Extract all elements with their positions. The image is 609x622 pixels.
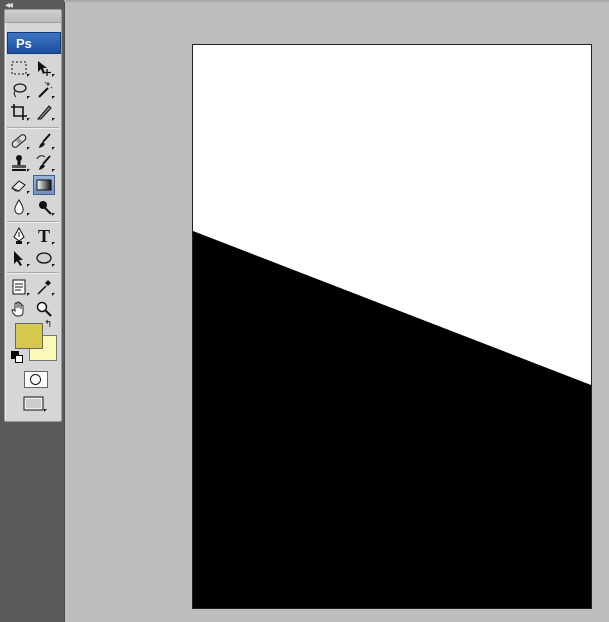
eraser-icon (11, 180, 26, 192)
brush-tool[interactable] (33, 131, 55, 151)
crop-tool[interactable] (8, 102, 30, 122)
pen-icon (13, 227, 25, 244)
arrow-icon (14, 251, 23, 266)
collapse-panel-icon[interactable]: ◂◂ (5, 0, 25, 12)
move-tool[interactable] (33, 58, 55, 78)
screen-mode-button[interactable] (23, 396, 47, 412)
stamp-icon (12, 155, 26, 171)
slice-icon (36, 105, 52, 120)
eraser-tool[interactable] (8, 175, 30, 195)
move-icon (38, 61, 51, 76)
magic-wand-tool[interactable] (33, 80, 55, 100)
lasso-icon (13, 83, 27, 98)
blur-tool[interactable] (8, 197, 30, 217)
zoom-tool[interactable] (33, 299, 55, 319)
slice-tool[interactable] (33, 102, 55, 122)
hand-icon (11, 301, 24, 317)
clone-stamp-tool[interactable] (8, 153, 30, 173)
default-colors-icon[interactable] (11, 351, 23, 363)
brush-icon (39, 133, 51, 148)
eyedropper-icon (37, 280, 51, 295)
screen-mode-icon (23, 396, 47, 412)
path-selection-tool[interactable] (8, 248, 30, 268)
quick-mask-button[interactable] (24, 371, 48, 388)
lasso-tool[interactable] (8, 80, 30, 100)
tool-group-separator (7, 127, 59, 128)
notes-tool[interactable] (8, 277, 30, 297)
tool-group-separator (7, 272, 59, 273)
magnifier-icon (36, 301, 52, 317)
hand-tool[interactable] (8, 299, 30, 319)
tool-group-separator (7, 221, 59, 222)
canvas-artwork (193, 45, 591, 608)
foreground-color-swatch[interactable] (15, 323, 43, 349)
eyedropper-tool[interactable] (33, 277, 55, 297)
dodge-icon (39, 201, 52, 215)
ellipse-tool[interactable] (33, 248, 55, 268)
ellipse-icon (36, 252, 52, 264)
gradient-tool[interactable] (33, 175, 55, 195)
type-icon: T (37, 225, 50, 246)
drop-icon (14, 199, 24, 215)
swap-colors-icon[interactable]: ↰ (44, 319, 52, 330)
pen-tool[interactable] (8, 226, 30, 246)
bandage-icon (11, 134, 27, 148)
marquee-icon (11, 61, 27, 75)
tools-panel: Ps T ↰ (4, 9, 62, 422)
dodge-tool[interactable] (33, 197, 55, 217)
gradient-icon (36, 179, 52, 191)
photoshop-logo[interactable]: Ps (7, 32, 61, 54)
crop-icon (11, 104, 27, 120)
history-brush-icon (36, 155, 51, 170)
healing-brush-tool[interactable] (8, 131, 30, 151)
magic-wand-icon (38, 81, 53, 98)
workspace-top-edge (64, 0, 609, 2)
document-canvas[interactable] (192, 44, 592, 609)
history-brush-tool[interactable] (33, 153, 55, 173)
rectangular-marquee-tool[interactable] (8, 58, 30, 78)
type-tool[interactable]: T (33, 226, 55, 246)
notes-icon (12, 279, 26, 295)
